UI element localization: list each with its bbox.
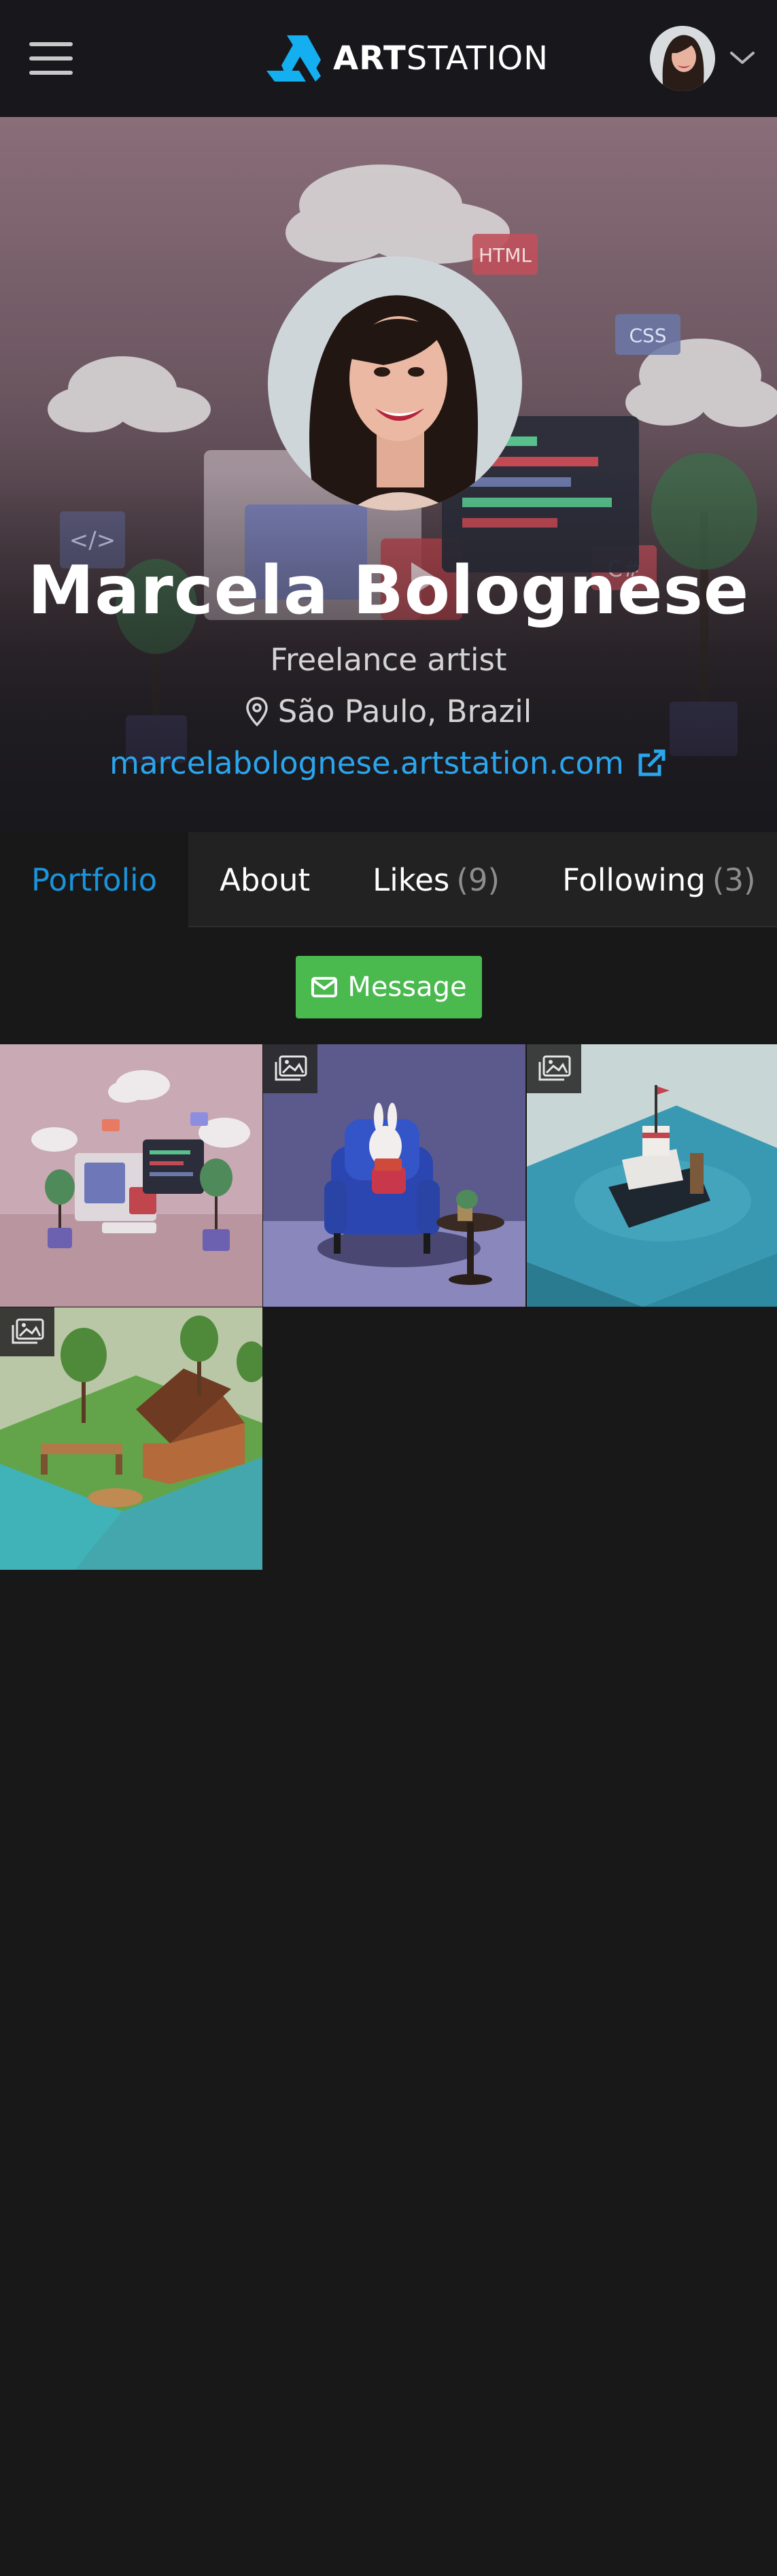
logo-text: ARTSTATION [333, 39, 549, 78]
portfolio-item[interactable] [0, 1307, 262, 1570]
tab-about[interactable]: About [188, 832, 341, 927]
multi-image-badge [263, 1044, 317, 1093]
tab-portfolio[interactable]: Portfolio [0, 832, 189, 927]
message-button[interactable]: Message [296, 956, 482, 1018]
profile-photo[interactable] [268, 256, 522, 511]
avatar-image [650, 26, 715, 91]
artstation-logo[interactable]: ARTSTATION [266, 34, 549, 83]
tab-likes-count: (9) [456, 861, 500, 898]
tab-following-label: Following [562, 861, 706, 898]
envelope-icon [311, 977, 338, 997]
tab-portfolio-label: Portfolio [31, 861, 158, 898]
external-link-icon[interactable] [635, 747, 668, 780]
portfolio-item[interactable] [527, 1044, 777, 1307]
hamburger-icon[interactable] [29, 42, 73, 75]
profile-name: Marcela Bolognese [27, 552, 750, 630]
tab-following-count: (3) [712, 861, 756, 898]
profile-website-link[interactable]: marcelabolognese.artstation.com [0, 745, 777, 781]
tab-likes[interactable]: Likes (9) [341, 832, 531, 927]
profile-location: São Paulo, Brazil [0, 693, 777, 729]
artstation-logo-icon [266, 35, 321, 82]
portfolio-thumbnail-workspace [0, 1044, 262, 1307]
user-avatar[interactable] [650, 26, 715, 91]
tab-about-label: About [220, 861, 311, 898]
message-button-label: Message [347, 972, 467, 1003]
image-gallery-icon [538, 1055, 571, 1081]
tab-following[interactable]: Following (3) [531, 832, 777, 927]
profile-tabs: Portfolio About Likes (9) Following (3) [0, 832, 777, 927]
profile-photo-image [268, 256, 522, 511]
hero-tag-html: HTML [479, 244, 532, 267]
image-gallery-icon [12, 1318, 44, 1344]
map-pin-icon [246, 696, 268, 726]
profile-headline: Freelance artist [270, 642, 507, 678]
chevron-down-icon[interactable] [729, 48, 756, 68]
portfolio-item[interactable] [263, 1044, 525, 1307]
image-gallery-icon [275, 1055, 307, 1081]
profile-hero-banner: HTML CSS C# </> [0, 117, 777, 832]
location-text: São Paulo, Brazil [277, 693, 532, 729]
multi-image-badge [0, 1307, 54, 1356]
website-text[interactable]: marcelabolognese.artstation.com [109, 745, 624, 781]
tab-likes-label: Likes [373, 861, 450, 898]
top-navigation-bar: ARTSTATION [0, 0, 777, 117]
multi-image-badge [527, 1044, 581, 1093]
hero-tag-css: CSS [629, 324, 666, 347]
portfolio-item[interactable] [0, 1044, 262, 1307]
